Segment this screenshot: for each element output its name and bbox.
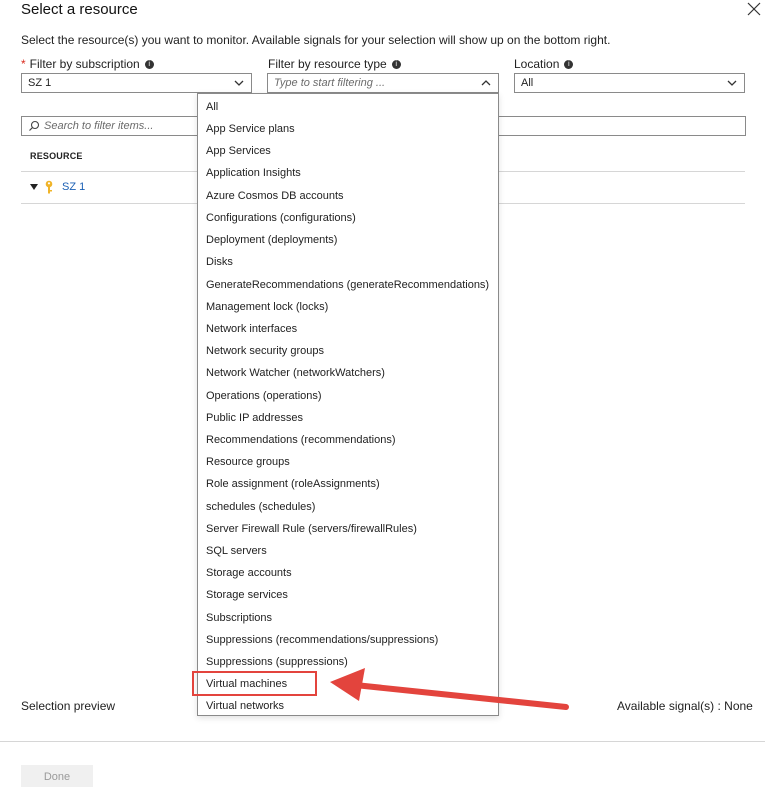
dropdown-option[interactable]: Management lock (locks) xyxy=(206,301,328,313)
available-signals-label: Available signal(s) : None xyxy=(617,699,753,713)
resource-name-link[interactable]: SZ 1 xyxy=(62,181,85,193)
chevron-down-icon xyxy=(727,80,737,86)
done-button[interactable]: Done xyxy=(21,765,93,787)
dropdown-option[interactable]: Storage accounts xyxy=(206,567,292,579)
dropdown-option[interactable]: Azure Cosmos DB accounts xyxy=(206,190,344,202)
location-label-text: Location xyxy=(514,57,560,71)
resource-type-label-text: Filter by resource type xyxy=(268,57,387,71)
dropdown-option[interactable]: Recommendations (recommendations) xyxy=(206,434,396,446)
subscription-value: SZ 1 xyxy=(28,77,52,89)
footer-divider xyxy=(0,741,765,742)
dropdown-option[interactable]: Storage services xyxy=(206,589,288,601)
annotation-arrow-icon xyxy=(330,668,569,710)
location-filter-label: Location i xyxy=(514,57,574,71)
subscription-select[interactable]: SZ 1 xyxy=(21,73,252,93)
dropdown-option[interactable]: Server Firewall Rule (servers/firewallRu… xyxy=(206,523,417,535)
resource-type-input[interactable]: Type to start filtering ... xyxy=(267,73,499,93)
search-placeholder: Search to filter items... xyxy=(44,120,154,132)
dropdown-option[interactable]: Configurations (configurations) xyxy=(206,212,356,224)
expand-triangle-icon[interactable] xyxy=(30,184,38,190)
dropdown-option[interactable]: Network interfaces xyxy=(206,323,297,335)
dropdown-option[interactable]: Application Insights xyxy=(206,167,301,179)
subscription-label-text: Filter by subscription xyxy=(29,57,140,71)
dropdown-option[interactable]: Role assignment (roleAssignments) xyxy=(206,478,380,490)
location-value: All xyxy=(521,77,534,89)
highlight-box xyxy=(192,671,317,696)
dropdown-option[interactable]: GenerateRecommendations (generateRecomme… xyxy=(206,279,489,291)
location-select[interactable]: All xyxy=(514,73,745,93)
resource-type-filter-label: Filter by resource type i xyxy=(268,57,401,71)
dropdown-option[interactable]: Deployment (deployments) xyxy=(206,234,337,246)
dropdown-option[interactable]: Operations (operations) xyxy=(206,390,322,402)
dropdown-option[interactable]: Suppressions (recommendations/suppressio… xyxy=(206,634,438,646)
required-mark: * xyxy=(21,57,26,71)
dropdown-option[interactable]: App Service plans xyxy=(206,123,295,135)
dropdown-option[interactable]: Network security groups xyxy=(206,345,324,357)
dropdown-option[interactable]: Resource groups xyxy=(206,456,290,468)
info-icon[interactable]: i xyxy=(564,60,574,70)
dropdown-option[interactable]: Subscriptions xyxy=(206,612,272,624)
chevron-up-icon xyxy=(481,80,491,86)
page-subtitle: Select the resource(s) you want to monit… xyxy=(21,33,611,47)
subscription-filter-label: * Filter by subscription i xyxy=(21,57,154,71)
info-icon[interactable]: i xyxy=(144,60,154,70)
key-icon xyxy=(45,180,53,194)
dropdown-option[interactable]: Public IP addresses xyxy=(206,412,303,424)
dropdown-option[interactable]: App Services xyxy=(206,145,271,157)
dropdown-option[interactable]: All xyxy=(206,101,218,113)
dropdown-option[interactable]: SQL servers xyxy=(206,545,267,557)
resource-column-header: RESOURCE xyxy=(30,151,83,161)
dropdown-option[interactable]: Network Watcher (networkWatchers) xyxy=(206,367,385,379)
selection-preview-label: Selection preview xyxy=(21,699,116,713)
chevron-down-icon xyxy=(234,80,244,86)
page-title: Select a resource xyxy=(21,1,138,18)
dropdown-option[interactable]: Disks xyxy=(206,256,233,268)
close-icon[interactable] xyxy=(745,0,763,18)
dropdown-option[interactable]: Virtual networks xyxy=(206,700,284,712)
dropdown-option[interactable]: schedules (schedules) xyxy=(206,501,315,513)
info-icon[interactable]: i xyxy=(391,60,401,70)
resource-type-dropdown: All App Service plans App Services Appli… xyxy=(197,93,499,716)
search-icon xyxy=(29,120,40,131)
resource-type-placeholder: Type to start filtering ... xyxy=(274,77,386,89)
